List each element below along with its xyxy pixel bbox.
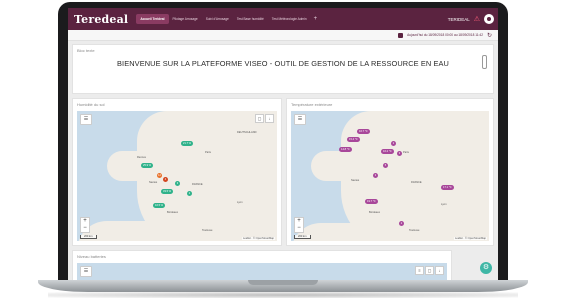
tab-test-meteorologie[interactable]: Test Météorologie Admin: [268, 14, 311, 24]
notification-bell-icon[interactable]: ⚠: [474, 15, 480, 23]
map-land: [311, 151, 371, 181]
humidity-marker[interactable]: 16.5 %: [153, 203, 166, 208]
fullscreen-icon[interactable]: ▢: [425, 266, 434, 275]
panel-title: Humidité du sol: [77, 102, 105, 107]
app-screen: Teredeal Accueil Terideal Pilotage Arros…: [68, 8, 498, 280]
panel-title: Bloc texte: [77, 48, 95, 53]
map-controls: ≡ ▢ ↓: [415, 266, 444, 275]
date-range-text[interactable]: Aujourd'hui du 18/09/2018 00:00 au 18/09…: [407, 33, 483, 37]
city-label: Lyon: [441, 203, 447, 206]
zoom-control: + −: [294, 217, 304, 233]
battery-panel: Niveau batteries ☰ ≡ ▢ ↓: [72, 250, 452, 280]
welcome-title: BIENVENUE SUR LA PLATEFORME VISEO - OUTI…: [117, 59, 449, 68]
tab-suivi-arrosage[interactable]: Suivi d'Arrosage: [202, 14, 233, 24]
temperature-marker[interactable]: 14.8 °C: [339, 147, 352, 152]
add-tab-button[interactable]: +: [311, 16, 321, 22]
list-icon[interactable]: ≡: [415, 266, 424, 275]
city-label: Bordeaux: [369, 211, 381, 214]
avatar[interactable]: [484, 14, 494, 24]
city-label: Lyon: [237, 201, 243, 204]
temperature-marker[interactable]: 15.4 °C: [347, 137, 360, 142]
city-label: Nantes: [149, 181, 158, 184]
city-label: Paris: [403, 151, 409, 154]
panel-title: Niveau batteries: [77, 254, 106, 259]
zoom-control: + −: [80, 217, 90, 233]
cluster-marker[interactable]: 3: [175, 181, 180, 186]
layers-icon[interactable]: ☰: [294, 114, 306, 125]
temperature-marker[interactable]: 17.1 °C: [441, 185, 454, 190]
city-label: Toulouse: [409, 229, 420, 232]
zoom-out-button[interactable]: −: [295, 225, 303, 232]
temperature-map[interactable]: Paris Nantes FRANCE Bordeaux Toulouse Ly…: [291, 111, 489, 241]
city-label: Nantes: [351, 179, 360, 182]
download-icon[interactable]: ↓: [265, 114, 274, 123]
zoom-in-button[interactable]: +: [81, 218, 89, 225]
temperature-marker[interactable]: 19.7 °C: [365, 199, 378, 204]
cluster-marker[interactable]: 2: [187, 191, 192, 196]
laptop-frame: Teredeal Accueil Terideal Pilotage Arros…: [38, 0, 528, 298]
humidity-marker[interactable]: 33.5 %: [161, 189, 174, 194]
humidity-map[interactable]: Rennes Nantes FRANCE Bordeaux Toulouse L…: [77, 111, 277, 241]
temperature-panel: Température extérieure Paris Nantes FRAN…: [286, 98, 494, 246]
download-icon[interactable]: ↓: [435, 266, 444, 275]
humidity-panel: Humidité du sol Rennes Nantes FRANCE Bor…: [72, 98, 282, 246]
temperature-marker[interactable]: 16.7 °C: [357, 129, 370, 134]
city-label: Bordeaux: [167, 211, 179, 214]
top-navigation-bar: Teredeal Accueil Terideal Pilotage Arros…: [68, 8, 498, 30]
city-label: DEUTSCHLAND: [237, 131, 257, 134]
humidity-marker[interactable]: 21.7 %: [181, 141, 194, 146]
layers-icon[interactable]: ☰: [80, 114, 92, 125]
battery-map[interactable]: ☰ ≡ ▢ ↓: [77, 263, 447, 280]
map-controls: ▢ ↓: [255, 114, 274, 123]
tab-test-base-humidite[interactable]: Test Base humidité: [233, 14, 268, 24]
panel-title: Température extérieure: [291, 102, 333, 107]
layers-icon[interactable]: ☰: [80, 266, 92, 277]
temperature-marker[interactable]: 16.2 °C: [381, 149, 394, 154]
app-logo[interactable]: Teredeal: [68, 13, 136, 26]
cluster-marker[interactable]: 4: [163, 177, 168, 182]
cluster-marker[interactable]: 2: [399, 221, 404, 226]
tab-pilotage-arrosage[interactable]: Pilotage Arrosage: [169, 14, 202, 24]
scrollbar[interactable]: [482, 55, 487, 69]
zoom-in-button[interactable]: +: [295, 218, 303, 225]
avatar-head-icon: [487, 17, 491, 21]
city-label: Rennes: [137, 156, 146, 159]
map-attribution[interactable]: Leaflet · © OpenStreetMap: [241, 237, 275, 240]
city-label: Paris: [205, 151, 211, 154]
calendar-icon[interactable]: [398, 32, 404, 38]
cluster-marker[interactable]: 3: [397, 151, 402, 156]
cluster-marker[interactable]: 2: [391, 141, 396, 146]
gear-icon[interactable]: ⚙: [480, 262, 492, 274]
fullscreen-icon[interactable]: ▢: [255, 114, 264, 123]
date-range-bar: Aujourd'hui du 18/09/2018 00:00 au 18/09…: [68, 30, 498, 41]
user-area: TERIDEAL ⚠: [448, 14, 498, 24]
city-label: FRANCE: [411, 181, 422, 184]
user-name[interactable]: TERIDEAL: [448, 17, 470, 22]
city-label: Toulouse: [202, 229, 213, 232]
map-scale: 200 km: [294, 235, 311, 239]
cluster-marker[interactable]: 3: [373, 173, 378, 178]
laptop-notch: [248, 280, 318, 285]
laptop-shadow: [48, 292, 518, 298]
map-scale: 200 km: [80, 235, 97, 239]
humidity-marker[interactable]: 25.9 %: [141, 163, 154, 168]
welcome-panel: Bloc texte BIENVENUE SUR LA PLATEFORME V…: [72, 44, 494, 94]
cluster-marker[interactable]: 12: [157, 173, 162, 178]
refresh-icon[interactable]: ↻: [487, 32, 492, 39]
cluster-marker[interactable]: 5: [383, 163, 388, 168]
map-attribution[interactable]: Leaflet · © OpenStreetMap: [453, 237, 487, 240]
zoom-out-button[interactable]: −: [81, 225, 89, 232]
tab-accueil[interactable]: Accueil Terideal: [136, 14, 169, 24]
city-label: FRANCE: [192, 183, 203, 186]
